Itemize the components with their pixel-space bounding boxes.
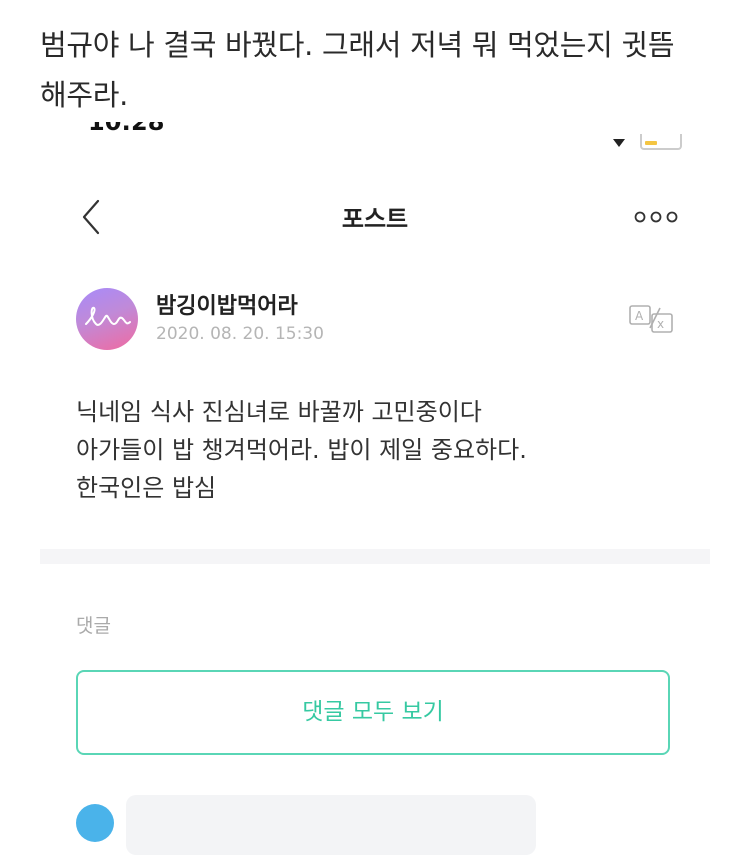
translate-button[interactable]: A x — [628, 304, 674, 334]
comments-label: 댓글 — [76, 615, 111, 637]
post-author[interactable]: 밤깅이밥먹어라 — [156, 288, 298, 320]
caption-line-1: 범규야 나 결국 바꿨다. 그래서 저녁 뭐 먹었는지 귓뜸 — [40, 28, 675, 62]
avatar[interactable] — [76, 288, 138, 350]
post-line-2: 아가들이 밥 챙겨먹어라. 밥이 제일 중요하다. — [76, 436, 527, 464]
post-body: 닉네임 식사 진심녀로 바꿀까 고민중이다 아가들이 밥 챙겨먹어라. 밥이 제… — [76, 393, 696, 507]
post-line-1: 닉네임 식사 진심녀로 바꿀까 고민중이다 — [76, 398, 482, 426]
more-button[interactable] — [634, 209, 678, 223]
signal-icon — [565, 141, 597, 149]
comment-bubble — [126, 795, 536, 855]
comment-avatar[interactable] — [76, 804, 114, 842]
battery-icon — [640, 134, 682, 150]
section-divider — [40, 549, 710, 564]
post-line-3: 한국인은 밥심 — [76, 474, 217, 502]
nav-bar: 포스트 — [0, 185, 750, 245]
avatar-signature-icon — [85, 306, 131, 326]
more-dots-icon — [634, 211, 678, 223]
svg-text:x: x — [657, 317, 664, 331]
status-time: 10:28 — [88, 122, 165, 136]
caption-text: 범규야 나 결국 바꿨다. 그래서 저녁 뭐 먹었는지 귓뜸 해주라. — [40, 20, 720, 120]
svg-text:A: A — [635, 309, 644, 323]
post-header: 밤깅이밥먹어라 2020. 08. 20. 15:30 A x — [76, 288, 676, 358]
caption-line-2: 해주라. — [40, 78, 129, 112]
wifi-icon — [613, 139, 625, 147]
translate-icon: A x — [629, 305, 673, 333]
view-all-comments-button[interactable]: 댓글 모두 보기 — [76, 670, 670, 755]
status-bar: 10:28 — [0, 122, 750, 150]
post-date: 2020. 08. 20. 15:30 — [156, 324, 324, 344]
